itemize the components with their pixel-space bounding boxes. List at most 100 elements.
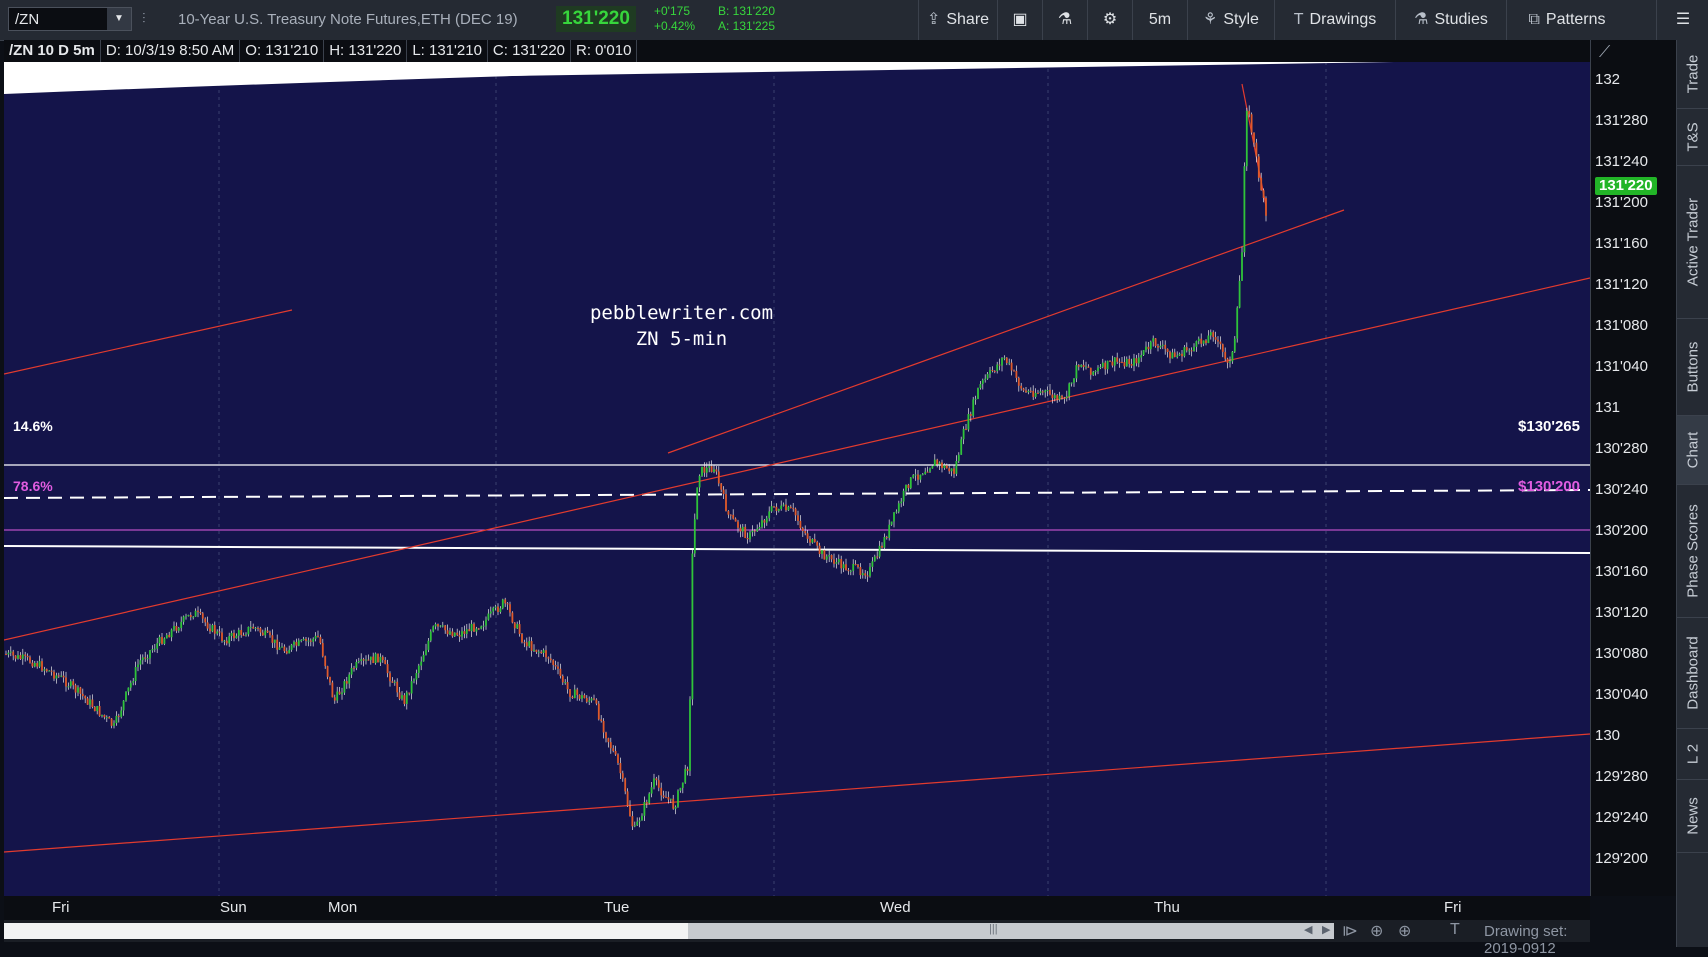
scale-icon[interactable]: ⟋ <box>1599 44 1610 62</box>
candle-body <box>933 459 936 467</box>
candle-body <box>943 465 946 469</box>
candle-body <box>369 656 372 661</box>
candle-body <box>463 631 466 634</box>
candle-body <box>1183 347 1186 357</box>
timeframe-button[interactable]: 5m <box>1132 0 1187 40</box>
settings-button[interactable]: ⚙ <box>1087 0 1132 40</box>
fib-label-14-6: 14.6% <box>13 418 53 434</box>
candle-body <box>365 659 367 661</box>
candle-body <box>948 468 951 472</box>
candle-body <box>585 698 588 702</box>
y-tick: 131'080 <box>1595 317 1648 334</box>
price-axis[interactable]: ⟋ 132 131'280 131'240 131'200 131'160 131'120… <box>1590 40 1677 896</box>
candle-body <box>965 428 967 430</box>
candle-body <box>693 519 696 554</box>
candle-body <box>223 640 226 642</box>
menu-button[interactable]: ☰ <box>1656 0 1708 40</box>
candle-body <box>324 656 327 667</box>
tab-phase-scores[interactable]: Phase Scores <box>1677 485 1708 618</box>
candle-body <box>1077 365 1080 367</box>
candle-body <box>914 474 917 476</box>
candle-body <box>5 654 7 655</box>
chevron-down-icon[interactable]: ▼ <box>107 8 131 30</box>
tab-buttons[interactable]: Buttons <box>1677 319 1708 416</box>
chart-scrollbar[interactable]: ||| ◀ ▶ ⧐ ⊕ ⊕ T Drawing set: 2019-0912 <box>4 920 1590 957</box>
candle-body <box>470 623 473 632</box>
level-price-label-1: $130'265 <box>1518 418 1580 435</box>
candle-body <box>1188 350 1191 352</box>
tab-level-2[interactable]: L 2 <box>1677 729 1708 780</box>
candle-body <box>1051 394 1054 399</box>
grid-button[interactable]: ▣ <box>997 0 1042 40</box>
share-button[interactable]: ⇪ Share <box>918 0 997 40</box>
price-chart[interactable] <box>4 62 1590 896</box>
candle-body <box>108 717 111 719</box>
time-axis[interactable]: Fri Sun Mon Tue Wed Thu Fri <box>4 896 1590 920</box>
tab-active-trader[interactable]: Active Trader <box>1677 166 1708 319</box>
candle-body <box>753 530 756 532</box>
candle-body <box>794 508 797 516</box>
candle-body <box>182 616 185 622</box>
tab-time-and-sales[interactable]: T&S <box>1677 109 1708 166</box>
candle-body <box>1025 390 1027 393</box>
candle-body <box>494 606 497 608</box>
candle-body <box>218 631 221 633</box>
candle-body <box>415 673 418 680</box>
tab-trade[interactable]: Trade <box>1677 40 1708 109</box>
expand-icon[interactable]: ⧐ <box>1342 921 1358 941</box>
candle-body <box>254 627 257 629</box>
candle-body <box>374 653 377 664</box>
candle-body <box>252 626 255 629</box>
candle-body <box>453 632 456 637</box>
candle-body <box>588 700 591 702</box>
candle-body <box>1205 340 1207 343</box>
symbol-input[interactable]: /ZN ▼ <box>8 7 132 31</box>
scroll-thumb[interactable] <box>688 923 1334 939</box>
candle-body <box>422 654 425 662</box>
scroll-right-icon[interactable]: ▶ <box>1322 923 1330 936</box>
candle-body <box>638 820 641 822</box>
studies-button[interactable]: ⚗ Studies <box>1395 0 1506 40</box>
candle-body <box>797 515 799 521</box>
candle-body <box>355 661 358 668</box>
tab-chart[interactable]: Chart <box>1677 416 1708 485</box>
candle-body <box>103 714 106 718</box>
patterns-button[interactable]: ⧉ Patterns <box>1506 0 1627 40</box>
candle-body <box>672 798 675 809</box>
tab-dashboard[interactable]: Dashboard <box>1677 618 1708 729</box>
candle-body <box>237 630 240 636</box>
candle-body <box>801 528 804 532</box>
drawings-button[interactable]: T Drawings <box>1274 0 1395 40</box>
candle-body <box>281 646 283 648</box>
candle-body <box>921 474 924 476</box>
flask-button[interactable]: ⚗ <box>1042 0 1087 40</box>
candle-body <box>1142 350 1145 356</box>
scroll-left-icon[interactable]: ◀ <box>1304 923 1312 936</box>
tab-news[interactable]: News <box>1677 780 1708 853</box>
drawing-tool-icon[interactable]: T <box>1450 921 1460 939</box>
candle-body <box>497 606 499 613</box>
crosshair-icon[interactable]: ⊕ <box>1370 921 1383 941</box>
share-icon: ⇪ <box>926 11 941 28</box>
candle-body <box>698 475 701 488</box>
candle-body <box>866 575 869 577</box>
y-tick: 130'280 <box>1595 440 1648 457</box>
candle-body <box>485 619 487 626</box>
chart-plot-area[interactable]: pebblewriter.com ZN 5-min 14.6% $130'265… <box>4 62 1590 896</box>
candle-body <box>559 668 562 676</box>
candle-body <box>667 797 670 800</box>
candle-body <box>1022 388 1025 391</box>
candle-body <box>763 520 766 523</box>
candle-body <box>1092 371 1095 375</box>
candle-body <box>9 651 12 653</box>
candle-body <box>1176 355 1179 357</box>
y-tick: 131'280 <box>1595 112 1648 129</box>
link-icon[interactable]: ⫶ <box>142 10 146 27</box>
candle-body <box>458 634 461 637</box>
candle-body <box>242 635 245 637</box>
candle-body <box>777 509 780 511</box>
zoom-icon[interactable]: ⊕ <box>1398 921 1411 941</box>
candle-body <box>989 369 991 374</box>
style-button[interactable]: ⚘ Style <box>1187 0 1274 40</box>
candle-body <box>60 675 63 677</box>
